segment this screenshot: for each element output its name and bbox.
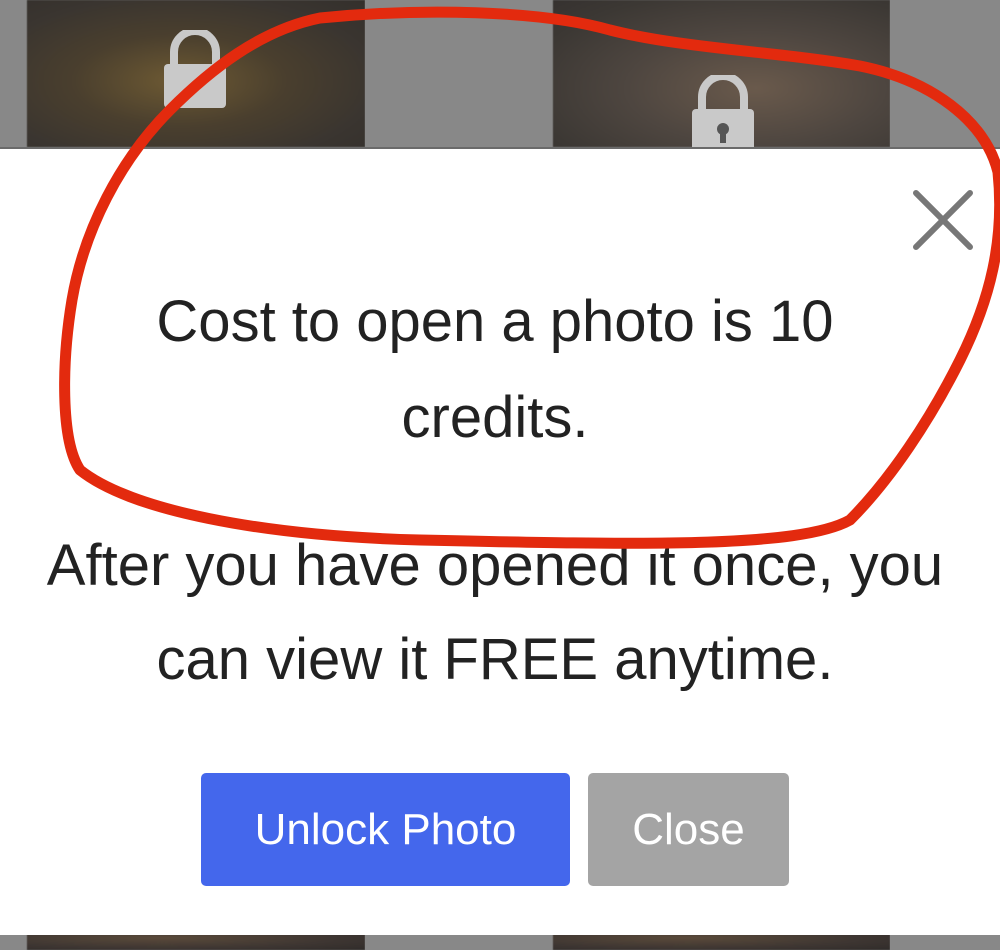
grid-gap	[0, 933, 27, 950]
locked-photo-thumbnail[interactable]	[27, 933, 365, 950]
lock-icon	[688, 75, 758, 153]
lock-icon	[160, 30, 230, 108]
close-button[interactable]: Close	[588, 773, 789, 886]
grid-gap	[890, 933, 1000, 950]
grid-gap	[0, 0, 27, 147]
cost-message: Cost to open a photo is 10 credits.	[156, 289, 834, 450]
screen: Cost to open a photo is 10 credits. Afte…	[0, 0, 1000, 950]
unlock-photo-dialog: Cost to open a photo is 10 credits. Afte…	[0, 147, 1000, 935]
grid-gap	[365, 933, 553, 950]
grid-gap	[365, 0, 553, 147]
unlock-photo-button[interactable]: Unlock Photo	[201, 773, 570, 886]
close-icon[interactable]	[910, 187, 976, 253]
locked-photo-thumbnail[interactable]	[553, 933, 890, 950]
info-message: After you have opened it once, you can v…	[46, 533, 944, 692]
grid-gap	[890, 0, 1000, 147]
